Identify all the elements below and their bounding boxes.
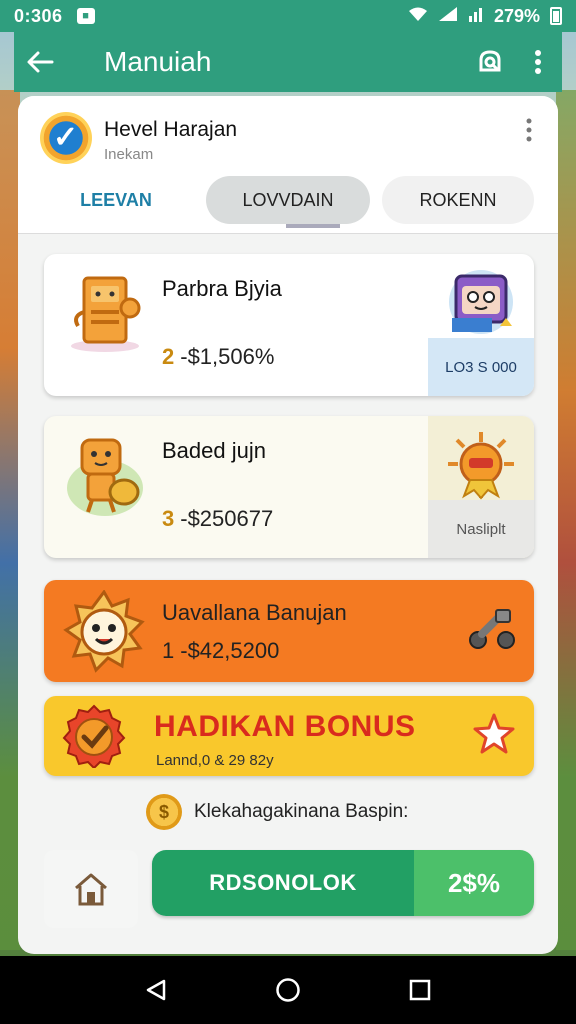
nav-recents-button[interactable] xyxy=(400,970,440,1010)
star-icon xyxy=(473,713,515,754)
tab-lovvdain[interactable]: LOVVDAIN xyxy=(206,176,370,224)
status-time: 0:306 xyxy=(14,5,63,26)
item-rank: 2 xyxy=(162,344,175,369)
item-value: 2 -$1,506% xyxy=(162,344,274,370)
panel-header: Hevel Harajan Inekam LEEVAN LOVVDAIN ROK… xyxy=(18,96,558,234)
primary-action-button[interactable]: RDSONOLOK 2$% xyxy=(152,850,534,916)
main-panel: Hevel Harajan Inekam LEEVAN LOVVDAIN ROK… xyxy=(18,96,558,954)
item-title: Uavallana Banujan xyxy=(162,600,347,625)
nav-back-button[interactable] xyxy=(136,970,176,1010)
battery-percent: 279% xyxy=(493,5,540,26)
nav-home-button[interactable] xyxy=(268,970,308,1010)
item-value: 1 -$42,5200 xyxy=(162,638,279,664)
wifi-icon xyxy=(408,6,428,27)
tab-leevan[interactable]: LEEVAN xyxy=(46,176,186,224)
signal-bars-icon xyxy=(468,6,484,27)
item-amount: -$42,5200 xyxy=(180,638,280,663)
item-badge: LO3 S 000 xyxy=(428,338,534,396)
item-side-panel: Nasliplt xyxy=(428,416,534,558)
list-item[interactable]: Baded jujn 3 -$250677 Nasliplt xyxy=(44,416,534,558)
battery-icon xyxy=(550,7,562,25)
status-bar: 0:306 ■ 279% xyxy=(0,0,576,32)
item-amount: -$250677 xyxy=(180,506,274,531)
system-nav-bar xyxy=(0,956,576,1024)
item-title: Parbra Bjyia xyxy=(162,276,282,301)
item-amount: -$1,506% xyxy=(180,344,275,369)
tab-bar: LEEVAN LOVVDAIN ROKENN xyxy=(18,176,558,228)
bonus-title: HADIKAN BONUS xyxy=(154,710,416,743)
bonus-subtitle: Lannd,0 & 29 82y xyxy=(156,752,274,769)
wrench-tool-icon xyxy=(469,609,515,649)
header-subtitle: Inekam xyxy=(104,146,154,163)
back-button[interactable] xyxy=(14,32,66,92)
item-value: 3 -$250677 xyxy=(162,506,273,532)
notification-icon: ■ xyxy=(76,8,95,24)
background-left-strip xyxy=(0,90,20,950)
item-rank: 1 xyxy=(162,638,175,663)
item-rank: 3 xyxy=(162,506,175,531)
list-item[interactable]: Parbra Bjyia 2 -$1,506% LO3 S 000 xyxy=(44,254,534,396)
header-more-button[interactable] xyxy=(526,118,532,149)
tab-indicator xyxy=(286,224,340,228)
item-side-panel: LO3 S 000 xyxy=(428,254,534,396)
coin-icon: $ xyxy=(146,794,182,830)
coin-row-text: Klekahagakinana Baspin: xyxy=(194,801,409,822)
cta-label: RDSONOLOK xyxy=(152,850,414,916)
nav-recents-icon xyxy=(409,979,431,1001)
more-icon xyxy=(535,50,541,74)
status-right: 279% xyxy=(408,6,562,27)
home-button[interactable] xyxy=(44,850,138,928)
robot-device-icon xyxy=(71,276,141,352)
bonus-banner[interactable]: HADIKAN BONUS Lannd,0 & 29 82y xyxy=(44,696,534,776)
sun-character-icon xyxy=(63,590,145,673)
page-title: Manuiah xyxy=(104,46,212,77)
item-title: Baded jujn xyxy=(162,438,266,463)
list-item-highlight[interactable]: Uavallana Banujan 1 -$42,5200 xyxy=(44,580,534,682)
search-button[interactable] xyxy=(466,38,514,86)
character-basket-icon xyxy=(67,438,143,516)
back-arrow-icon xyxy=(27,51,54,73)
home-icon xyxy=(75,873,107,906)
search-icon xyxy=(479,50,501,72)
nav-back-icon xyxy=(146,979,166,1001)
tab-rokenn[interactable]: ROKENN xyxy=(382,176,534,224)
checkmark-badge-icon xyxy=(62,704,126,768)
item-badge: Nasliplt xyxy=(428,500,534,558)
header-title: Hevel Harajan xyxy=(104,118,238,141)
nav-home-icon xyxy=(276,978,300,1002)
background-right-strip xyxy=(556,90,576,950)
coin-row: $ Klekahagakinana Baspin: xyxy=(146,794,408,830)
character-avatar-icon xyxy=(449,270,513,334)
overflow-menu-button[interactable] xyxy=(514,38,562,86)
signal-icon xyxy=(438,6,458,27)
app-bar-actions xyxy=(466,38,562,86)
cta-value: 2$% xyxy=(414,850,534,916)
more-icon xyxy=(526,118,532,142)
sun-badge-icon xyxy=(448,432,514,500)
app-bar: Manuiah xyxy=(14,32,562,92)
app-logo-icon xyxy=(40,112,92,164)
